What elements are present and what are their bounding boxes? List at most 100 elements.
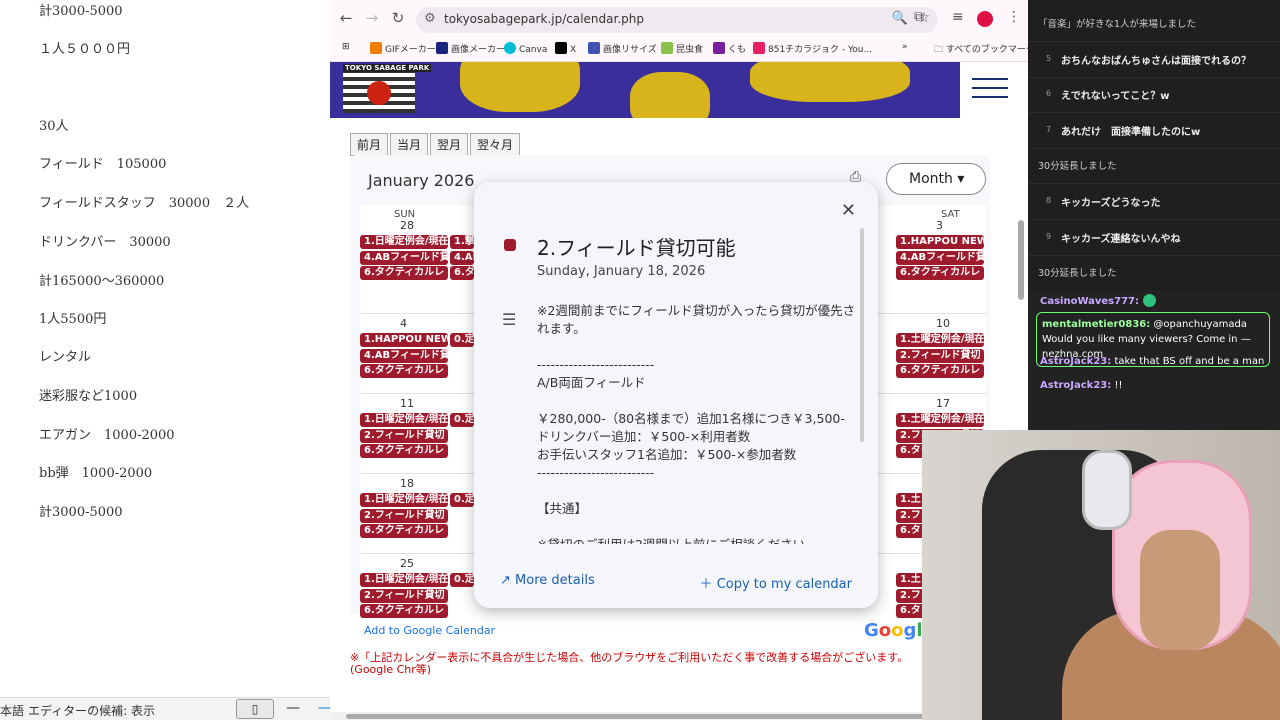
calendar-event-chip[interactable]: 0.定 [450, 413, 474, 427]
note-line[interactable]: エアガン 1000-2000 [39, 424, 175, 443]
note-line[interactable]: 迷彩服など1000 [39, 385, 137, 404]
document-icon[interactable]: ▯ [236, 699, 274, 719]
day-number[interactable]: 11 [400, 397, 414, 410]
question-number: 5 [1046, 53, 1052, 63]
calendar-event-chip[interactable]: 4.ABフィールド貸 [896, 250, 984, 265]
current-month-button[interactable]: 当月 [390, 133, 429, 156]
calendar-event-chip[interactable]: 1.日曜定例会/現在 [360, 413, 448, 427]
calendar-event-chip[interactable]: 6.タクティカルレ [360, 444, 448, 458]
calendar-event-chip[interactable]: 6.タ [450, 266, 474, 280]
bookmark-item[interactable]: GIFメーカー [370, 42, 436, 55]
reload-icon[interactable]: ↻ [388, 9, 408, 27]
bookmarks-bar: ⊞ GIFメーカー 画像メーカー Canva X 画像リサイズ 昆虫食 くも 8… [330, 38, 1028, 62]
day-number[interactable]: 28 [400, 219, 414, 232]
calendar-event-chip[interactable]: 6.タクティカルレ [896, 364, 984, 378]
calendar-event-chip[interactable]: 1.土曜定例会/現在 [896, 413, 984, 427]
calendar-event-chip[interactable]: 6.タクティカルレ [360, 364, 448, 378]
calendar-event-chip[interactable]: 4.ABフィールド貸 [360, 348, 448, 363]
note-line[interactable]: フィールド 105000 [39, 153, 166, 172]
note-line[interactable]: レンタル [39, 346, 91, 365]
bookmark-item[interactable]: 画像リサイズ [588, 42, 657, 55]
calendar-event-chip[interactable]: 1.日曜定例会/現在 [360, 235, 448, 249]
question-number: 6 [1046, 89, 1052, 99]
bookmark-item[interactable]: くも [713, 42, 746, 55]
all-bookmarks-folder[interactable]: 🗀 すべてのブックマーク [934, 42, 1028, 58]
zoom-icon[interactable]: 🔍 [892, 11, 908, 26]
bookmark-item[interactable]: 画像メーカー [436, 42, 505, 55]
note-line[interactable]: 1人5500円 [39, 308, 106, 327]
note-line[interactable]: １人５０００円 [39, 38, 130, 57]
note-line[interactable]: bb弾 1000-2000 [39, 462, 152, 481]
back-icon[interactable]: ← [336, 9, 356, 27]
note-line[interactable]: フィールドスタッフ 30000 ２人 [39, 192, 249, 211]
page-vertical-scrollbar[interactable] [1018, 220, 1024, 300]
calendar-event-chip[interactable]: 2.フィールド貸切 [896, 348, 984, 363]
close-icon[interactable]: ✕ [841, 200, 856, 221]
banner-art [750, 62, 910, 102]
hamburger-menu-icon[interactable] [972, 78, 1008, 98]
extensions-icon[interactable]: ⧉ [914, 9, 924, 25]
day-number[interactable]: 10 [936, 317, 950, 330]
calendar-event-chip[interactable]: 1.日曜定例会/現在 [360, 493, 448, 507]
calendar-event-chip[interactable]: 2.フィールド貸切 [360, 428, 448, 443]
media-icon[interactable]: ≡ [952, 9, 964, 25]
view-select[interactable]: Month ▾ [886, 163, 986, 195]
calendar-event-chip[interactable]: 6.タクティカルレ [896, 266, 984, 280]
next-month-button[interactable]: 翌月 [430, 133, 469, 156]
calendar-event-chip[interactable]: 2.フィールド貸切 [360, 588, 448, 603]
editor-candidates-toggle[interactable]: エディターの候補: 表示 [28, 702, 155, 719]
description-line [537, 518, 859, 536]
site-info-icon[interactable]: ⚙ [424, 11, 436, 26]
url-text[interactable]: tokyosabagepark.jp/calendar.php [444, 12, 644, 26]
day-number[interactable]: 25 [400, 557, 414, 570]
calendar-event-chip[interactable]: 6.タクティカルレ [360, 604, 448, 618]
apps-icon[interactable]: ⊞ [342, 42, 350, 52]
note-line[interactable]: ドリンクバー 30000 [39, 231, 171, 250]
calendar-event-chip[interactable]: 0.定 [450, 573, 474, 587]
chat-row-text: おちんなおばんちゅさんは面接でれるの？ [1061, 55, 1251, 67]
calendar-event-chip[interactable]: 1.HAPPOU NEW [896, 235, 984, 249]
bookmark-item[interactable]: X [555, 42, 576, 55]
note-line[interactable]: 30人 [39, 115, 69, 134]
chat-row-text: あれだけ 面接準備したのにw [1061, 126, 1201, 138]
add-to-google-calendar-link[interactable]: Add to Google Calendar [364, 624, 495, 637]
calendar-event-chip[interactable]: 6.タクティカルレ [360, 266, 448, 280]
menu-icon[interactable]: ⋮ [1007, 9, 1021, 25]
day-number[interactable]: 18 [400, 477, 414, 490]
emote-icon [1143, 294, 1157, 307]
prev-month-button[interactable]: 前月 [350, 133, 389, 156]
calendar-event-chip[interactable]: 6.タクティカルレ [360, 524, 448, 538]
calendar-event-chip[interactable]: 0.定 [450, 493, 474, 507]
calendar-event-chip[interactable]: 2.フィールド貸切 [360, 508, 448, 523]
month-after-next-button[interactable]: 翌々月 [470, 133, 521, 156]
note-line[interactable]: 計3000-5000 [39, 501, 123, 520]
ime-language[interactable]: 本語 [0, 702, 24, 719]
calendar-event-chip[interactable]: 1.日曜定例会/現在 [360, 573, 448, 587]
calendar-event-chip[interactable]: 4.AB [450, 250, 474, 265]
day-number[interactable]: 3 [936, 219, 943, 232]
event-description: ※2週間前までにフィールド貸切が入ったら貸切が優先されます。 ----------… [537, 302, 859, 544]
calendar-event-chip[interactable]: 4.ABフィールド貸 [360, 250, 448, 265]
address-bar[interactable]: ⚙ tokyosabagepark.jp/calendar.php 🔍 ☆ [416, 7, 938, 33]
copy-to-calendar-button[interactable]: ＋ Copy to my calendar [700, 573, 852, 592]
bookmark-item[interactable]: Canva [504, 42, 547, 55]
site-logo[interactable] [343, 65, 415, 113]
note-line[interactable]: 計3000-5000 [39, 0, 123, 19]
calendar-event-chip[interactable]: 1.撃 [450, 235, 474, 249]
bookmark-item[interactable]: 昆虫食 [661, 42, 703, 55]
forward-icon[interactable]: → [362, 9, 382, 27]
calendar-event-chip[interactable]: 1.土曜定例会/現在 [896, 333, 984, 347]
note-line[interactable]: 計165000〜360000 [39, 270, 164, 289]
popup-scrollbar[interactable] [860, 228, 864, 442]
more-bookmarks-icon[interactable]: » [902, 42, 908, 52]
notepad-statusbar: 本語 エディターの候補: 表示 ▯ — — [0, 697, 332, 720]
profile-avatar[interactable] [977, 11, 993, 27]
calendar-event-chip[interactable]: 0.定 [450, 333, 474, 347]
more-details-link[interactable]: ↗ More details [500, 573, 595, 588]
minimize-icon[interactable]: — [286, 700, 300, 716]
calendar-event-chip[interactable]: 1.HAPPOU NEW [360, 333, 448, 347]
bookmark-item[interactable]: 851チカラジョク - You... [753, 42, 872, 55]
chat-message: AstroJack23: !! [1040, 380, 1123, 391]
day-number[interactable]: 17 [936, 397, 950, 410]
day-number[interactable]: 4 [400, 317, 407, 330]
